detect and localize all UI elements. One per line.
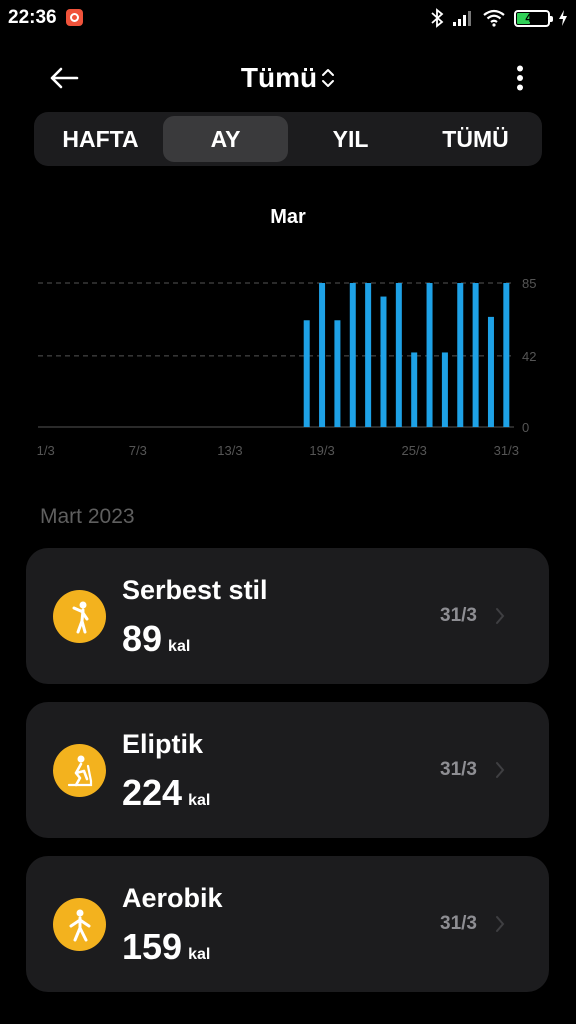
charging-icon — [559, 10, 567, 26]
chevron-right-icon — [495, 759, 509, 781]
calorie-unit: kal — [168, 638, 191, 655]
x-tick-label: 1/3 — [37, 443, 55, 458]
bar — [411, 352, 418, 427]
list-item-elliptical[interactable]: Eliptik 224 kal 31/3 — [26, 702, 549, 838]
app-notification-icon — [66, 9, 83, 26]
bar — [334, 320, 341, 427]
battery-level: 41 — [525, 10, 539, 25]
status-bar: 22:36 41 — [0, 0, 576, 36]
activity-date: 31/3 — [440, 759, 477, 780]
y-tick-label: 0 — [522, 420, 529, 435]
calorie-bar-chart[interactable]: 0 42 85 1/3 7/3 13/3 19/3 25/3 31/3 — [0, 270, 576, 470]
calorie-value: 159 — [122, 926, 183, 967]
x-tick-label: 25/3 — [402, 443, 427, 458]
calorie-unit: kal — [188, 792, 211, 809]
x-tick-label: 19/3 — [309, 443, 334, 458]
bar — [441, 352, 448, 427]
bar — [457, 283, 464, 427]
bar — [303, 320, 310, 427]
freestyle-icon — [53, 590, 106, 643]
activity-name: Serbest stil — [122, 575, 268, 605]
chart-title: Mar — [270, 206, 306, 228]
more-options-button[interactable] — [508, 60, 532, 96]
battery-icon: 41 — [514, 9, 553, 27]
page-title: Tümü — [240, 62, 318, 93]
bar — [487, 316, 494, 427]
activity-name: Eliptik — [122, 729, 204, 759]
tab-all[interactable]: TÜMÜ — [413, 116, 538, 162]
list-item-freestyle[interactable]: Serbest stil 89 kal 31/3 — [26, 548, 549, 684]
chevron-updown-icon — [322, 69, 335, 87]
activity-name: Aerobik — [122, 883, 223, 913]
bar — [319, 283, 326, 427]
x-tick-label: 13/3 — [217, 443, 242, 458]
elliptical-icon — [53, 744, 106, 797]
bar — [380, 296, 387, 427]
more-vertical-icon — [517, 65, 523, 91]
month-label: Mart 2023 — [40, 505, 135, 528]
y-tick-label: 42 — [522, 349, 536, 364]
calorie-value: 224 — [122, 772, 183, 813]
aerobics-icon — [53, 898, 106, 951]
calorie-unit: kal — [188, 946, 211, 963]
title-selector[interactable]: Tümü — [0, 60, 576, 96]
x-tick-label: 7/3 — [129, 443, 147, 458]
activity-calories: 224 kal — [122, 772, 210, 814]
activity-calories: 159 kal — [122, 926, 210, 968]
bar — [365, 283, 372, 427]
tab-week[interactable]: HAFTA — [38, 116, 163, 162]
y-tick-label: 85 — [522, 276, 536, 291]
bar — [349, 283, 356, 427]
bar — [426, 283, 433, 427]
period-tabs: HAFTA AY YIL TÜMÜ — [34, 112, 542, 166]
activity-calories: 89 kal — [122, 618, 190, 660]
x-tick-label: 31/3 — [494, 443, 519, 458]
signal-icon — [453, 11, 471, 26]
status-icons: 41 — [430, 6, 568, 30]
bluetooth-icon — [431, 8, 444, 28]
bar — [395, 283, 402, 427]
chevron-right-icon — [495, 913, 509, 935]
activity-date: 31/3 — [440, 605, 477, 626]
calorie-value: 89 — [122, 618, 163, 659]
status-time: 22:36 — [8, 7, 57, 28]
tab-month[interactable]: AY — [163, 116, 288, 162]
bar — [503, 283, 510, 427]
activity-date: 31/3 — [440, 913, 477, 934]
list-item-aerobics[interactable]: Aerobik 159 kal 31/3 — [26, 856, 549, 992]
bar — [472, 283, 479, 427]
wifi-icon — [483, 9, 505, 27]
chevron-right-icon — [495, 605, 509, 627]
tab-year[interactable]: YIL — [288, 116, 413, 162]
